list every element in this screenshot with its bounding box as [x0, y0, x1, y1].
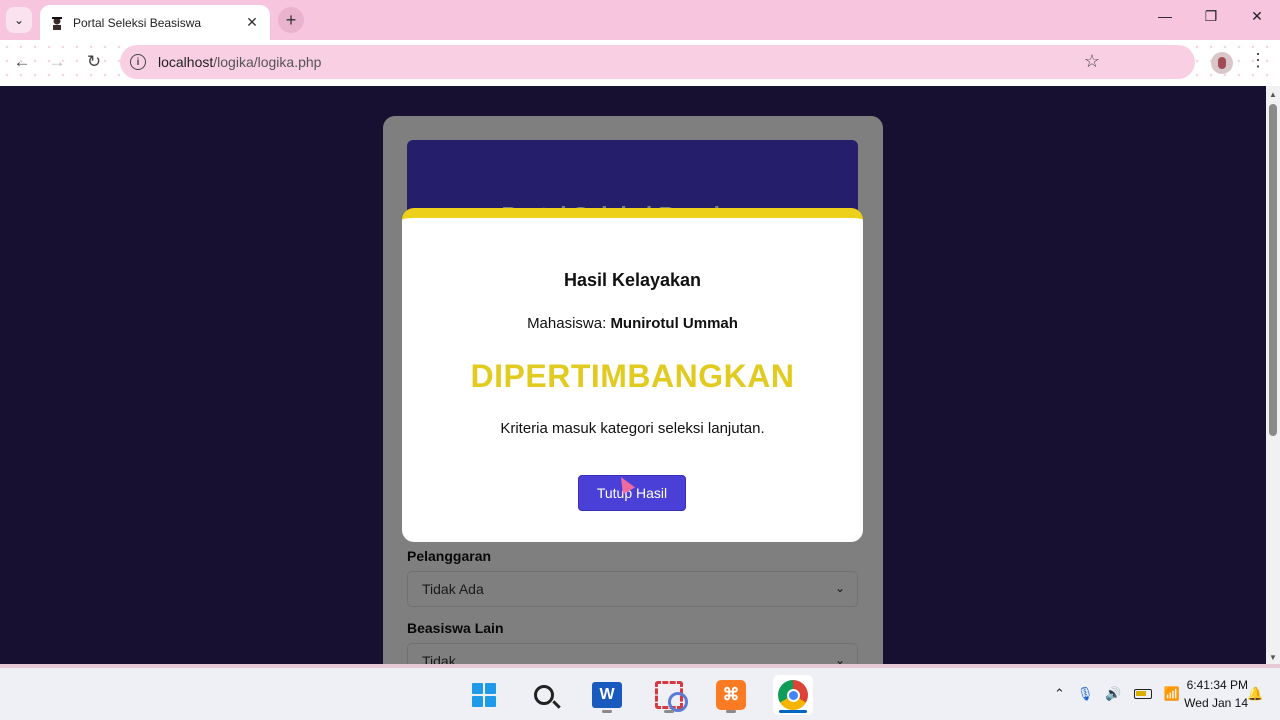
- word-icon: W: [592, 682, 622, 708]
- taskbar-search-button[interactable]: [524, 675, 564, 715]
- page-viewport: Portal Seleksi Beasiswa Pelanggaran Tida…: [0, 86, 1266, 664]
- student-line: Mahasiswa: Munirotul Ummah: [402, 315, 863, 332]
- result-modal: Hasil Kelayakan Mahasiswa: Munirotul Umm…: [402, 208, 863, 542]
- scroll-thumb[interactable]: [1269, 104, 1277, 436]
- site-info-icon[interactable]: i: [130, 54, 146, 70]
- address-bar[interactable]: i localhost/logika/logika.php ☆: [120, 45, 1195, 79]
- scroll-down-icon[interactable]: ▼: [1269, 653, 1277, 662]
- page-scrollbar[interactable]: ▲ ▼: [1266, 86, 1280, 664]
- tab-title: Portal Seleksi Beasiswa: [73, 15, 202, 30]
- running-indicator: [726, 710, 736, 713]
- microphone-icon[interactable]: 🎙: [1077, 686, 1094, 702]
- profile-avatar-icon[interactable]: [1211, 52, 1233, 74]
- xampp-icon: ⌘: [716, 680, 746, 710]
- modal-title: Hasil Kelayakan: [563, 270, 702, 290]
- maximize-icon[interactable]: ❐: [1199, 8, 1223, 25]
- active-indicator: [779, 710, 807, 713]
- new-tab-button[interactable]: +: [278, 7, 304, 33]
- running-indicator: [602, 710, 612, 713]
- clock-time: 6:41:34 PM: [1186, 678, 1248, 692]
- browser-menu-icon[interactable]: ⋮: [1248, 50, 1268, 71]
- battery-icon[interactable]: [1133, 689, 1152, 699]
- window-close-icon[interactable]: ✕: [1245, 8, 1269, 25]
- back-arrow-icon[interactable]: ←: [11, 52, 33, 72]
- url-host: localhost: [158, 54, 214, 70]
- reload-icon[interactable]: ↻: [83, 52, 105, 72]
- tab-search-button[interactable]: ⌄: [6, 7, 32, 33]
- close-result-button[interactable]: Tutup Hasil: [578, 475, 686, 511]
- search-icon: [534, 685, 554, 705]
- status-description: Kriteria masuk kategori seleksi lanjutan…: [500, 420, 765, 437]
- chevron-up-icon[interactable]: ⌃: [1054, 686, 1065, 702]
- volume-icon[interactable]: 🔊: [1105, 686, 1121, 702]
- tab-close-icon[interactable]: ✕: [244, 14, 260, 31]
- url-path: /logika/logika.php: [213, 54, 322, 70]
- start-button[interactable]: [464, 675, 504, 715]
- clock-date: Wed Jan 14: [1184, 696, 1248, 710]
- taskbar-xampp[interactable]: ⌘: [711, 675, 751, 715]
- eligibility-status: DIPERTIMBANGKAN: [470, 358, 795, 394]
- clock[interactable]: 6:41:34 PM Wed Jan 14: [1172, 676, 1248, 712]
- chevron-down-icon: ⌄: [13, 13, 25, 27]
- taskbar: W ⌘ ⌃ 🎙 🔊 📶 6:41:34 PM Wed Jan 14 🔔: [0, 668, 1280, 720]
- taskbar-chrome[interactable]: [773, 675, 813, 715]
- browser-tab-bar: ⌄ Portal Seleksi Beasiswa ✕ + — ❐ ✕: [0, 0, 1280, 40]
- notification-bell-icon[interactable]: 🔔: [1247, 686, 1263, 702]
- browser-tab-active[interactable]: Portal Seleksi Beasiswa ✕: [40, 5, 270, 40]
- browser-toolbar: ← → ↻ i localhost/logika/logika.php ☆ ⋮: [0, 40, 1280, 86]
- running-indicator: [664, 710, 674, 713]
- graduate-favicon-icon: [50, 16, 64, 30]
- minimize-icon[interactable]: —: [1153, 8, 1177, 24]
- scroll-up-icon[interactable]: ▲: [1269, 90, 1277, 99]
- student-name: Munirotul Ummah: [610, 315, 738, 332]
- taskbar-snipping-tool[interactable]: [649, 675, 689, 715]
- url-text: localhost/logika/logika.php: [158, 54, 321, 70]
- chrome-icon: [778, 680, 808, 710]
- snipping-tool-icon: [655, 681, 688, 712]
- windows-logo-icon: [472, 683, 496, 707]
- bookmark-star-icon[interactable]: ☆: [1084, 51, 1100, 72]
- student-prefix: Mahasiswa:: [527, 315, 607, 332]
- taskbar-word[interactable]: W: [587, 675, 627, 715]
- forward-arrow-icon[interactable]: →: [46, 52, 68, 72]
